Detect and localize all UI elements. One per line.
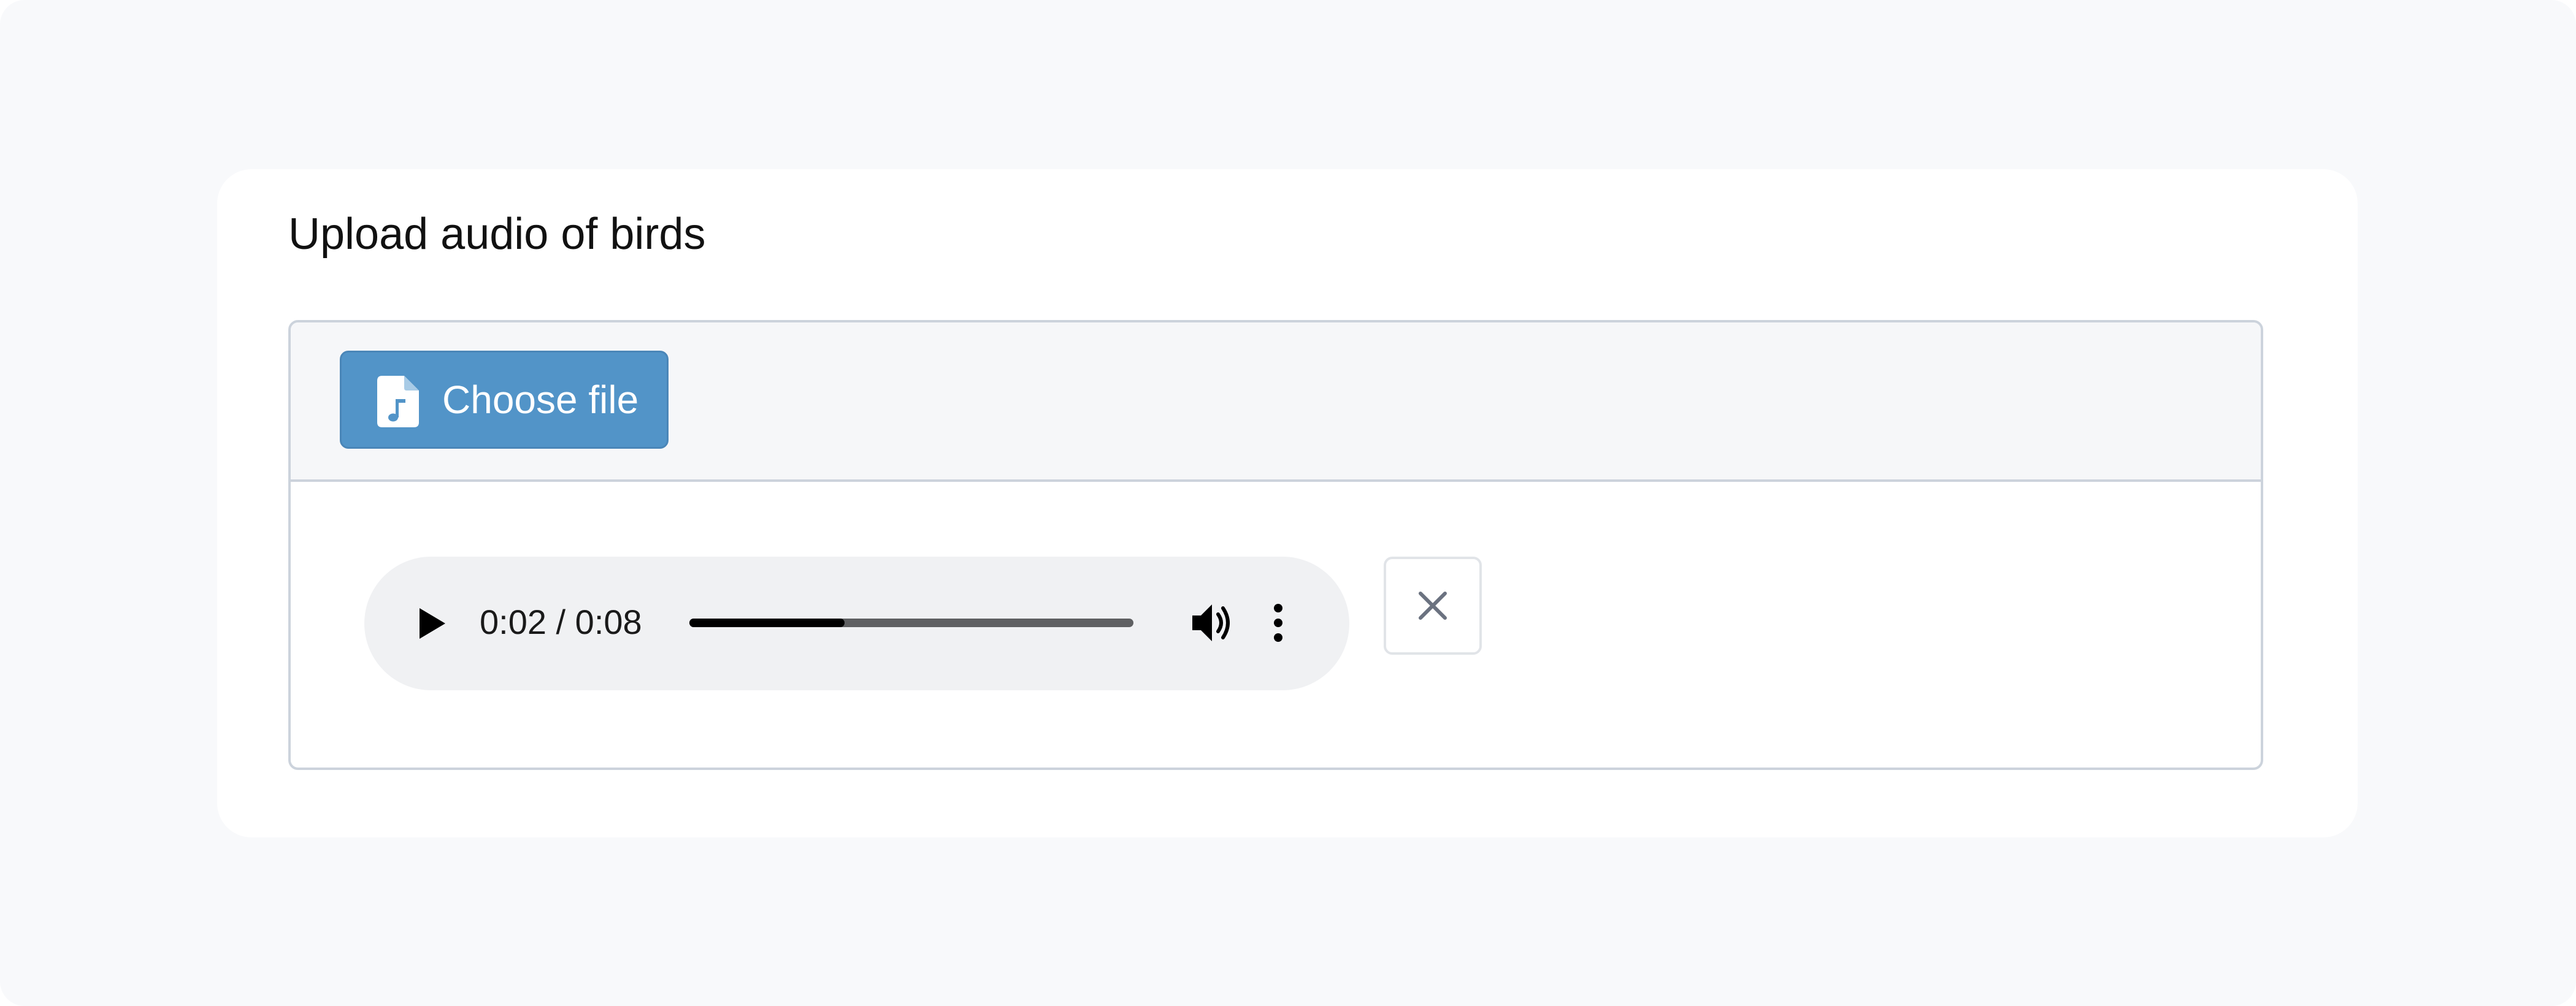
volume-button[interactable] [1190, 601, 1234, 645]
play-icon [420, 608, 445, 639]
choose-file-button[interactable]: Choose file [340, 351, 669, 449]
choose-file-label: Choose file [442, 378, 639, 422]
audio-player: 0:02 / 0:08 [364, 557, 1349, 690]
seek-progress [689, 619, 845, 627]
upload-card: Upload audio of birds Choose file 0:02 /… [217, 169, 2358, 837]
time-display: 0:02 / 0:08 [480, 603, 642, 641]
upload-toolbar: Choose file [291, 322, 2261, 482]
close-icon [1419, 592, 1447, 620]
file-music-icon [377, 376, 419, 427]
more-options-button[interactable] [1270, 601, 1287, 645]
volume-icon [1192, 604, 1230, 641]
upload-title: Upload audio of birds [288, 210, 706, 259]
audio-upload-box: Choose file 0:02 / 0:08 [288, 320, 2263, 770]
clear-audio-button[interactable] [1384, 557, 1482, 655]
page-background: Upload audio of birds Choose file 0:02 /… [0, 0, 2576, 1006]
seek-slider[interactable] [689, 619, 1133, 627]
play-button[interactable] [413, 601, 450, 646]
more-vertical-icon [1274, 604, 1282, 642]
